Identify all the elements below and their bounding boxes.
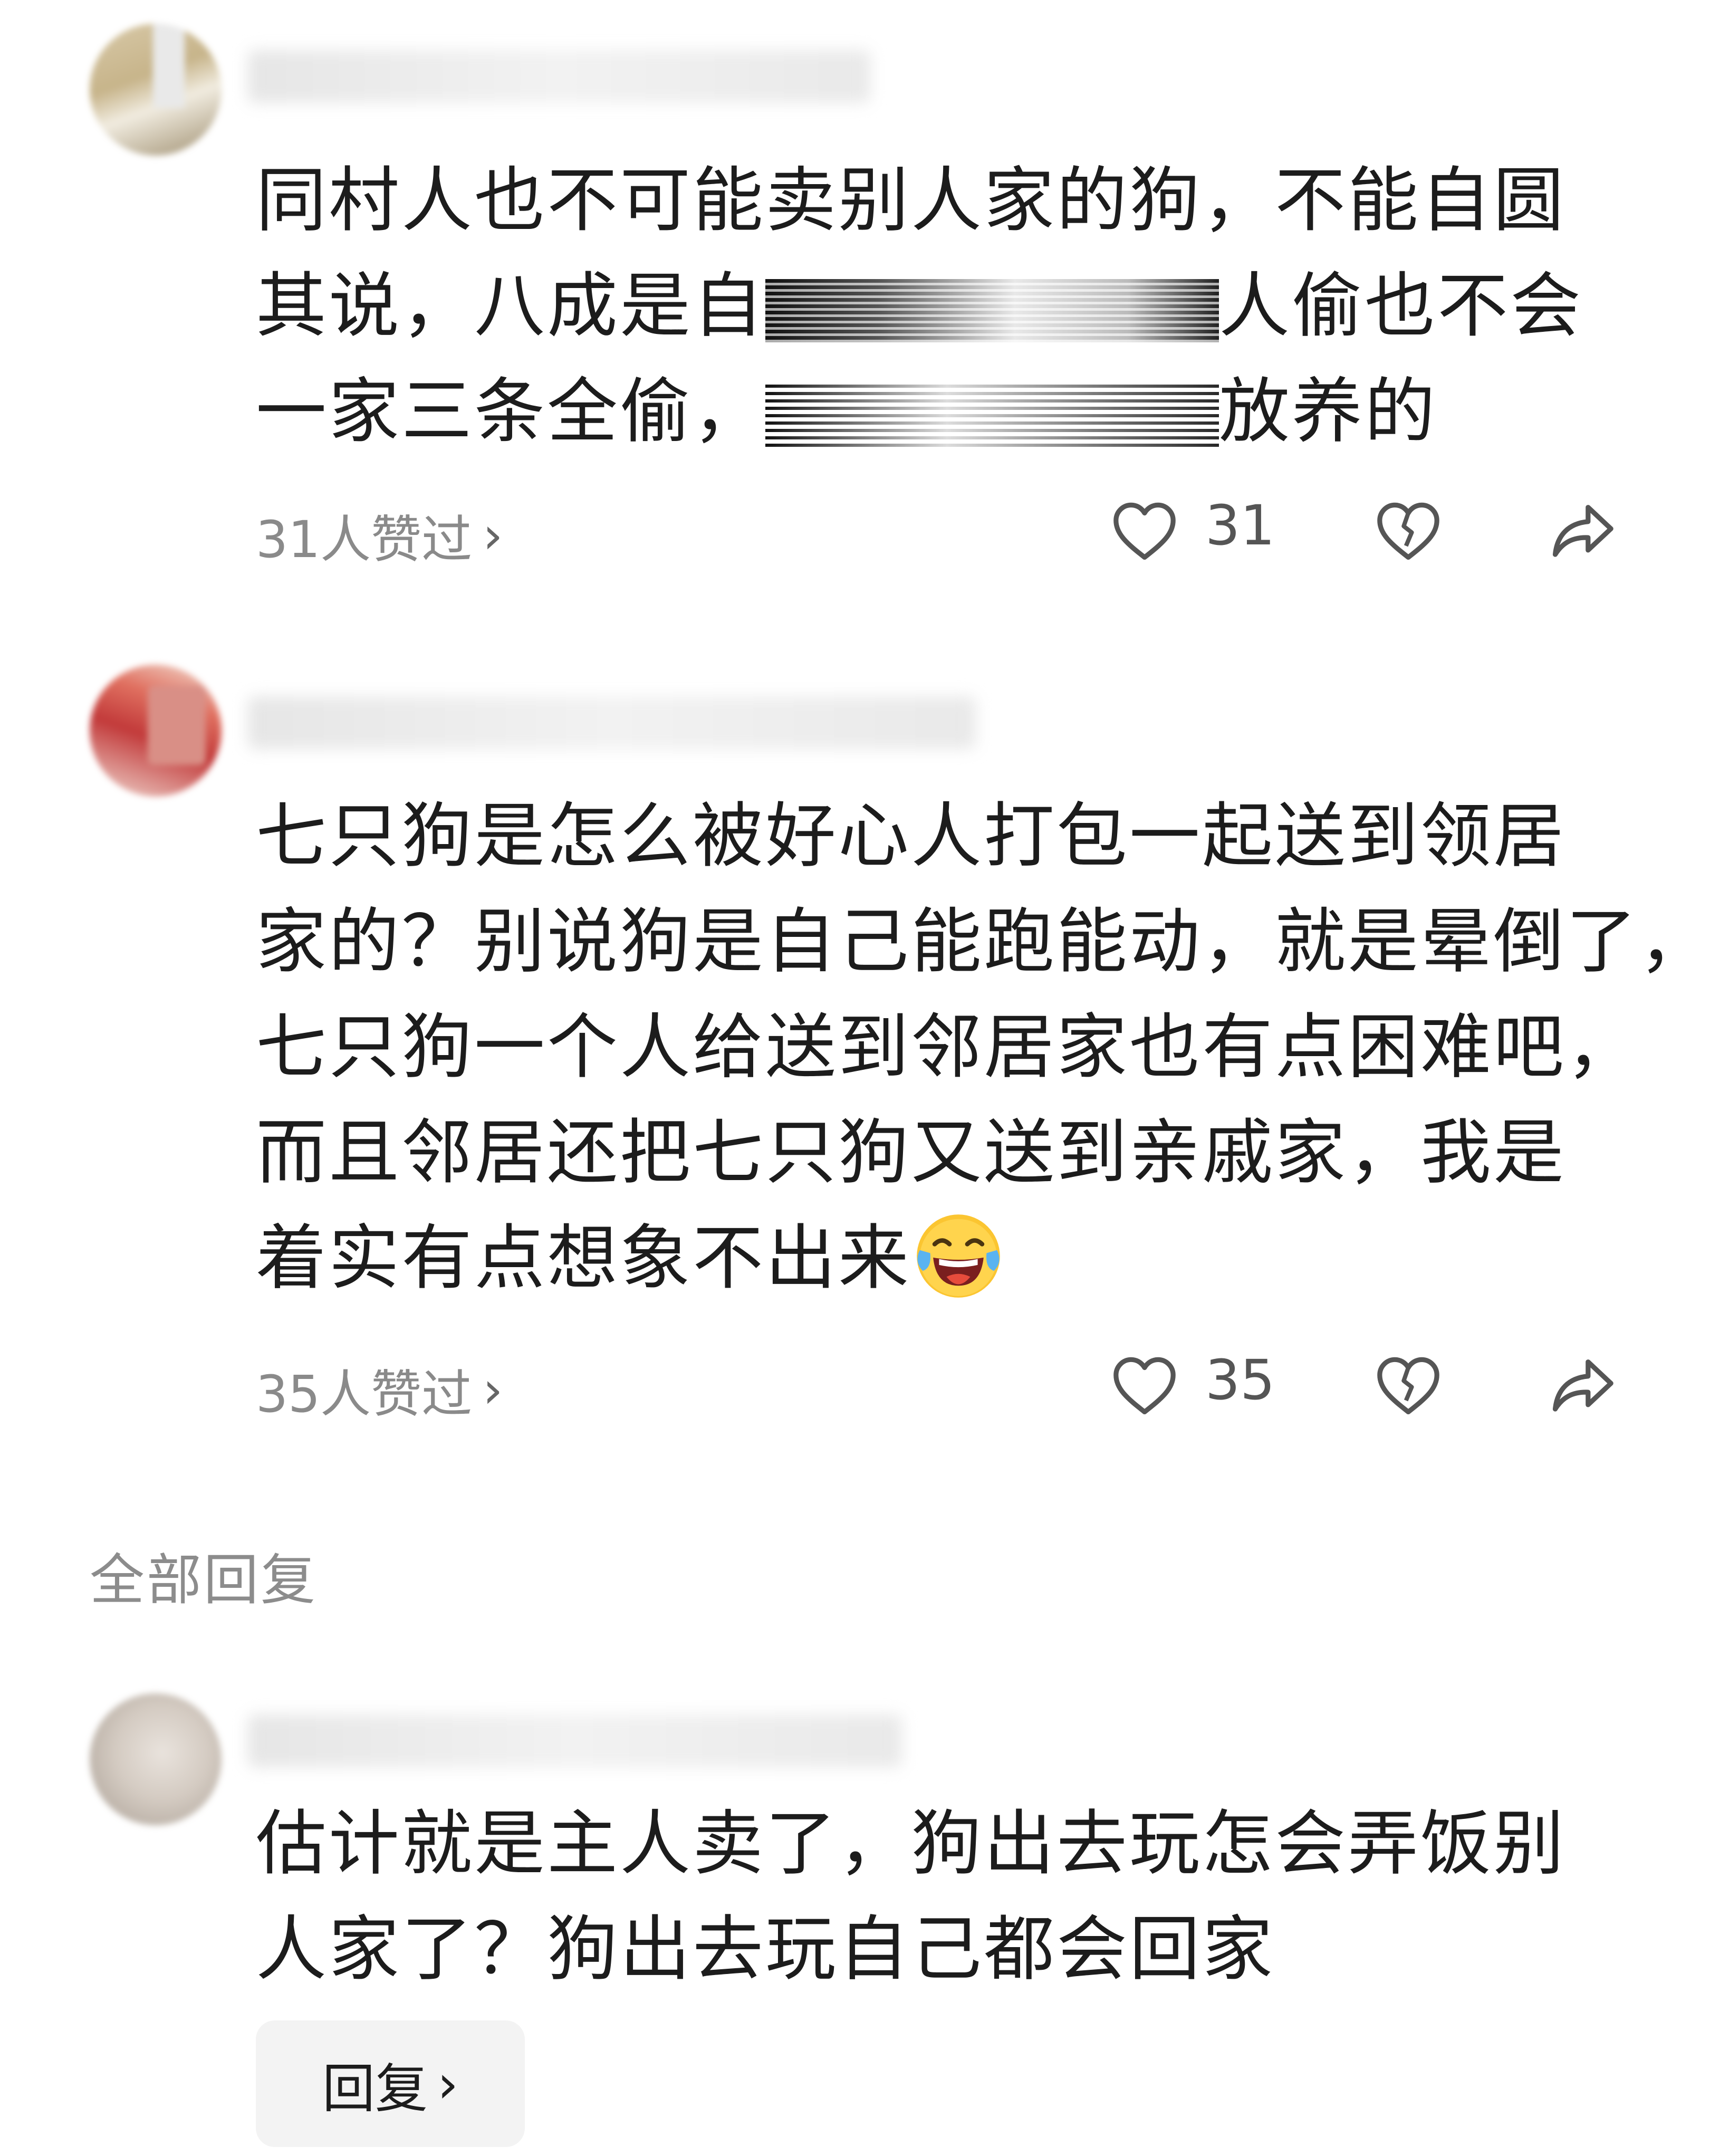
avatar[interactable] [90,24,222,156]
comment-line: 七只狗一个人给送到邻居家也有点困难吧， [256,1006,1639,1088]
username-blurred[interactable] [248,50,870,103]
laughing-tears-emoji [917,1214,1000,1298]
like-count: 35 [1205,1348,1275,1412]
like-count: 31 [1205,493,1275,558]
likers-link[interactable]: 35人赞过 › [256,1353,503,1426]
comment-text: 七只狗是怎么被好心人打包一起送到领居 家的？别说狗是自己能跑能动，就是晕倒了， … [256,783,1710,1311]
broken-heart-icon[interactable] [1374,1353,1443,1416]
comment-line: 一家三条全偷， 放养的 [256,370,1438,453]
comment-line: 其说，八成是自 人偷也不会 [256,265,1583,347]
avatar[interactable] [90,665,222,797]
comment-text: 同村人也不可能卖别人家的狗，不能自圆 其说，八成是自 人偷也不会 一家三条全偷，放… [256,148,1627,464]
comment-line: 估计就是主人卖了，狗出去玩怎会弄饭别 [256,1803,1567,1885]
comment-line: 家的？别说狗是自己能跑能动，就是晕倒了， [256,900,1710,983]
redaction-bar [765,385,1219,448]
comment-line: 而且邻居还把七只狗又送到亲戚家，我是 [256,1111,1567,1194]
share-arrow-icon[interactable] [1548,1353,1617,1416]
reply-text: 估计就是主人卖了，狗出去玩怎会弄饭别 人家了？狗出去玩自己都会回家 [256,1791,1627,2002]
reply-button[interactable]: 回复 › [256,2020,525,2147]
comment-line: 人家了？狗出去玩自己都会回家 [256,1908,1275,1990]
chevron-right-icon: › [483,505,503,565]
heart-icon[interactable] [1110,499,1179,562]
comment-line: 七只狗是怎么被好心人打包一起送到领居 [256,795,1567,877]
all-replies-title: 全部回复 [90,1548,318,1612]
heart-icon[interactable] [1110,1353,1179,1416]
chevron-right-icon: › [483,1360,503,1420]
username-blurred[interactable] [248,1714,902,1767]
redaction-bar [765,279,1219,343]
comment-line: 着实有点想象不出来 [256,1205,1627,1311]
avatar[interactable] [90,1693,222,1825]
comment-line: 同村人也不可能卖别人家的狗，不能自圆 [256,159,1567,242]
likers-link[interactable]: 31人赞过 › [256,499,503,572]
chevron-right-icon: › [437,2053,458,2115]
share-arrow-icon[interactable] [1548,499,1617,562]
broken-heart-icon[interactable] [1374,499,1443,562]
username-blurred[interactable] [248,696,976,749]
